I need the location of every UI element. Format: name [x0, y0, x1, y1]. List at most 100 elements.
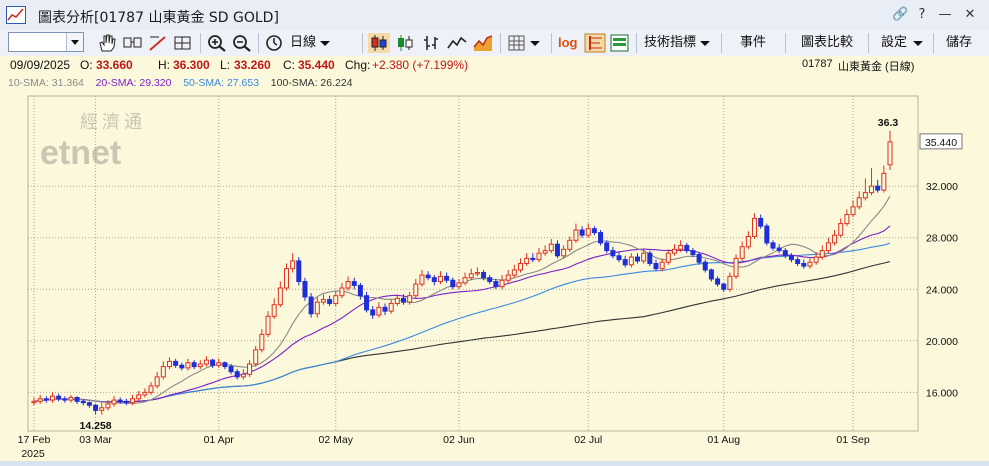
candle-up: [524, 257, 530, 265]
compare-data-icon[interactable]: [609, 33, 631, 53]
candle-up: [99, 407, 105, 411]
period-select[interactable]: 日線: [290, 32, 316, 54]
line-chart-icon[interactable]: [446, 33, 468, 53]
candlestick-chart[interactable]: 經濟通etnet 10-SMA: 31.364 20-SMA: 29.320 50-S…: [0, 74, 989, 461]
hand-pan-icon[interactable]: [96, 33, 118, 53]
chevron-down-icon[interactable]: [66, 33, 83, 51]
quote-date: 09/09/2025: [10, 58, 71, 72]
candle-down: [93, 404, 99, 411]
candle-down: [86, 402, 92, 406]
extreme-price-annotation: 14.258: [80, 420, 112, 432]
candle-down: [117, 399, 123, 402]
price-scale-icon[interactable]: [584, 33, 606, 53]
candle-up: [850, 206, 856, 216]
y-tick-label: 24.000: [926, 284, 958, 296]
candle-down: [234, 371, 240, 378]
candle-up: [733, 257, 739, 277]
compare-button[interactable]: 圖表比較: [801, 32, 853, 54]
candle-up: [671, 248, 677, 254]
chevron-down-icon[interactable]: [911, 33, 925, 53]
candle-down: [579, 229, 585, 236]
symbol-select[interactable]: [8, 32, 84, 52]
toolbar-separator: [785, 33, 786, 53]
candle-up: [585, 228, 591, 236]
open-label: O:: [80, 58, 93, 72]
candle-down: [770, 242, 776, 249]
plot-area: [27, 95, 919, 432]
candle-up: [154, 376, 160, 387]
candle-up: [739, 246, 745, 259]
candle-down: [782, 250, 788, 257]
area-chart-icon[interactable]: [472, 33, 494, 53]
close-icon[interactable]: ✕: [962, 7, 978, 23]
candle-down: [327, 299, 333, 304]
log-scale-button[interactable]: log: [558, 32, 578, 54]
candle-down: [758, 217, 764, 227]
extreme-price-annotation: 36.3: [878, 117, 899, 129]
candle-down: [222, 362, 228, 368]
help-icon[interactable]: ?: [914, 7, 930, 23]
candle-down: [308, 296, 314, 315]
candle-down: [450, 279, 456, 288]
candle-up: [37, 398, 43, 402]
candle-up: [265, 315, 271, 335]
candle-up: [148, 385, 154, 393]
candle-up: [197, 363, 203, 368]
candle-up: [271, 304, 277, 317]
candle-up: [376, 306, 382, 316]
candle-outline-icon[interactable]: [394, 33, 416, 53]
candle-up: [838, 223, 844, 236]
candle-up: [49, 395, 55, 401]
events-button[interactable]: 事件: [740, 32, 766, 54]
ohlc-info-bar: 09/09/2025 O: 33.660 H: 36.300 L: 33.260…: [0, 56, 989, 75]
candle-down: [56, 395, 62, 400]
zoom-box-icon[interactable]: [122, 33, 144, 53]
candle-up: [345, 281, 351, 289]
indicators-menu[interactable]: 技術指標: [644, 32, 696, 54]
candle-up: [813, 256, 819, 263]
candle-up: [216, 362, 222, 366]
chevron-down-icon[interactable]: [318, 33, 332, 53]
settings-menu[interactable]: 設定: [881, 32, 907, 54]
candlestick-chart-icon[interactable]: [368, 33, 390, 53]
candle-down: [721, 283, 727, 290]
candle-up: [339, 287, 345, 297]
link-icon[interactable]: 🔗: [892, 7, 908, 23]
candle-down: [364, 295, 370, 311]
candle-down: [302, 281, 308, 298]
x-tick-label: 03 Mar: [79, 434, 112, 446]
candle-up: [807, 261, 813, 267]
candle-up: [283, 268, 289, 289]
draw-line-icon[interactable]: [147, 33, 169, 53]
save-button[interactable]: 儲存: [946, 32, 972, 54]
candle-up: [518, 263, 524, 271]
candle-down: [493, 281, 499, 288]
candle-up: [240, 373, 246, 378]
toolbar: 日線 log 技術指標 事件 圖表比較 設定 儲存: [0, 30, 989, 57]
x-year-label: 2025: [21, 448, 45, 460]
candle-down: [684, 244, 690, 252]
candle-up: [203, 359, 209, 365]
candle-up: [659, 261, 665, 270]
zoom-in-icon[interactable]: [206, 33, 228, 53]
candle-down: [210, 359, 216, 366]
low-value: 33.260: [234, 58, 271, 72]
candle-up: [856, 197, 862, 208]
candle-up: [561, 248, 567, 257]
price-chart-panel[interactable]: 經濟通 etnet 10-SMA: 31.364 20-SMA: 29.320 50-S…: [0, 74, 989, 461]
minimize-icon[interactable]: —: [937, 7, 953, 23]
chevron-down-icon[interactable]: [528, 33, 542, 53]
zoom-out-icon[interactable]: [231, 33, 253, 53]
candle-down: [357, 284, 363, 297]
grid-icon[interactable]: [506, 33, 528, 53]
crosshair-icon[interactable]: [172, 33, 194, 53]
candle-down: [715, 278, 721, 285]
window-title: 圖表分析[01787 山東黃金 SD GOLD]: [38, 10, 279, 26]
candle-up: [511, 269, 517, 276]
ohlc-bar-icon[interactable]: [420, 33, 442, 53]
chevron-down-icon[interactable]: [698, 33, 712, 53]
title-bar: 圖表分析[01787 山東黃金 SD GOLD] 🔗 ? — ✕: [0, 0, 989, 31]
candle-down: [370, 309, 376, 316]
candle-down: [173, 360, 179, 366]
candle-up: [567, 239, 573, 250]
